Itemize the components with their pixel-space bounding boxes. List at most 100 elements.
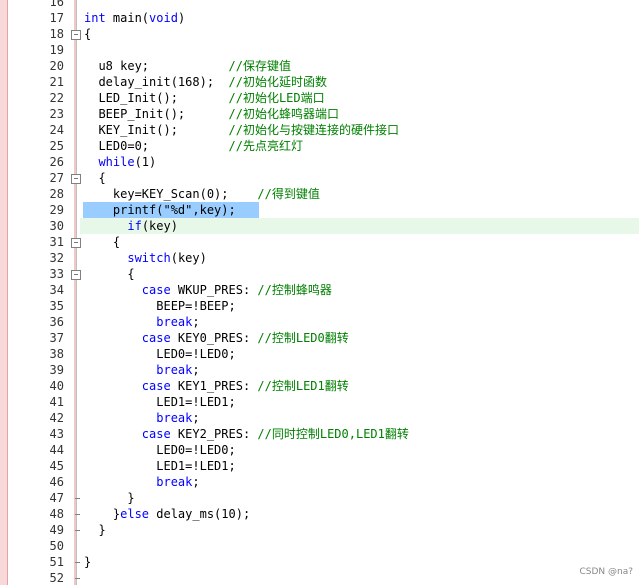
code-line[interactable]: 35 BEEP=!BEEP;	[0, 298, 639, 314]
code-token: LED_Init();	[84, 91, 229, 105]
line-number: 48	[49, 507, 64, 521]
code-line[interactable]: 24 KEY_Init(); //初始化与按键连接的硬件接口	[0, 122, 639, 138]
keyword-token: void	[149, 11, 178, 25]
code-line[interactable]: 40 case KEY1_PRES: //控制LED1翻转	[0, 378, 639, 394]
line-number: 33	[49, 267, 64, 281]
line-number: 23	[49, 107, 64, 121]
code-line[interactable]: 49 }	[0, 522, 639, 538]
line-number: 27	[49, 171, 64, 185]
code-text: case KEY2_PRES: //同时控制LED0,LED1翻转	[84, 426, 409, 442]
keyword-token: int	[84, 11, 106, 25]
fold-toggle-icon[interactable]: −	[71, 238, 81, 248]
keyword-token: case	[141, 283, 171, 297]
code-line[interactable]: 52	[0, 570, 639, 586]
line-number: 20	[49, 59, 64, 73]
code-line[interactable]: 45 LED1=!LED1;	[0, 458, 639, 474]
code-line[interactable]: 28 key=KEY_Scan(0); //得到键值	[0, 186, 639, 202]
code-token: }	[84, 523, 106, 537]
code-line[interactable]: 42 break;	[0, 410, 639, 426]
code-token: ;	[192, 315, 200, 329]
code-line[interactable]: 32 switch(key)	[0, 250, 639, 266]
line-number: 41	[49, 395, 64, 409]
code-editor[interactable]: 16 17 int main(void) 18−{19 20 u8 key; //保存键…	[0, 0, 639, 585]
keyword-token: break	[156, 411, 193, 425]
comment-token: //初始化与按键连接的硬件接口	[228, 123, 399, 137]
code-token: LED1=!LED1;	[84, 395, 236, 409]
fold-toggle-icon[interactable]: −	[71, 174, 81, 184]
code-line[interactable]: 26 while(1)	[0, 154, 639, 170]
code-text: case KEY1_PRES: //控制LED1翻转	[84, 378, 349, 394]
code-line[interactable]: 44 LED0=!LED0;	[0, 442, 639, 458]
code-line[interactable]: 50	[0, 538, 639, 554]
code-line[interactable]: 37 case KEY0_PRES: //控制LED0翻转	[0, 330, 639, 346]
code-line[interactable]: 25 LED0=0; //先点亮红灯	[0, 138, 639, 154]
code-token: {	[84, 235, 121, 249]
code-line[interactable]: 47 }	[0, 490, 639, 506]
code-token: ;	[192, 363, 200, 377]
code-line[interactable]: 43 case KEY2_PRES: //同时控制LED0,LED1翻转	[0, 426, 639, 442]
code-token: ;	[192, 475, 200, 489]
code-text: LED1=!LED1;	[84, 394, 236, 410]
code-token: main(	[105, 11, 150, 25]
code-line[interactable]: 33− {	[0, 266, 639, 282]
line-number: 38	[49, 347, 64, 361]
code-line[interactable]: 16	[0, 0, 639, 10]
code-token: {	[84, 27, 92, 41]
code-line[interactable]: 19	[0, 42, 639, 58]
code-text: break;	[84, 314, 200, 330]
code-line[interactable]: 31− {	[0, 234, 639, 250]
code-text: BEEP_Init(); //初始化蜂鸣器端口	[84, 106, 339, 122]
line-number: 34	[49, 283, 64, 297]
code-token: LED0=!LED0;	[84, 443, 236, 457]
code-line[interactable]: 48 }else delay_ms(10);	[0, 506, 639, 522]
code-text: break;	[84, 474, 200, 490]
code-text: u8 key; //保存键值	[84, 58, 291, 74]
code-line[interactable]: 46 break;	[0, 474, 639, 490]
code-line[interactable]: 34 case WKUP_PRES: //控制蜂鸣器	[0, 282, 639, 298]
code-token: {	[84, 171, 106, 185]
code-token: delay_ms(10);	[149, 507, 251, 521]
code-line[interactable]: 22 LED_Init(); //初始化LED端口	[0, 90, 639, 106]
line-number: 21	[49, 75, 64, 89]
code-line[interactable]: 21 delay_init(168); //初始化延时函数	[0, 74, 639, 90]
fold-toggle-icon[interactable]: −	[71, 30, 81, 40]
code-line[interactable]: 38 LED0=!LED0;	[0, 346, 639, 362]
code-line[interactable]: 29 printf("%d",key);	[0, 202, 639, 218]
code-line[interactable]: 17 int main(void)	[0, 10, 639, 26]
code-token: BEEP=!BEEP;	[84, 299, 236, 313]
code-token: BEEP_Init();	[84, 107, 229, 121]
code-line[interactable]: 51}	[0, 554, 639, 570]
keyword-token: case	[141, 379, 171, 393]
line-number: 37	[49, 331, 64, 345]
code-token: }	[84, 491, 135, 505]
code-line[interactable]: 23 BEEP_Init(); //初始化蜂鸣器端口	[0, 106, 639, 122]
fold-end-marker-icon	[75, 506, 80, 515]
code-line[interactable]: 18−{	[0, 26, 639, 42]
line-number: 40	[49, 379, 64, 393]
code-lines[interactable]: 16 17 int main(void) 18−{19 20 u8 key; //保存键…	[0, 0, 639, 586]
keyword-token: break	[156, 363, 193, 377]
line-number: 24	[49, 123, 64, 137]
code-token: KEY1_PRES:	[170, 379, 258, 393]
fold-toggle-icon[interactable]: −	[71, 270, 81, 280]
code-text: }	[84, 490, 135, 506]
code-line[interactable]: 41 LED1=!LED1;	[0, 394, 639, 410]
line-number: 26	[49, 155, 64, 169]
code-line[interactable]: 30 if(key)	[0, 218, 639, 234]
code-line[interactable]: 27− {	[0, 170, 639, 186]
code-text: key=KEY_Scan(0); //得到键值	[84, 186, 320, 202]
code-line[interactable]: 39 break;	[0, 362, 639, 378]
code-line[interactable]: 36 break;	[0, 314, 639, 330]
code-text: delay_init(168); //初始化延时函数	[84, 74, 327, 90]
code-token: LED1=!LED1;	[84, 459, 236, 473]
code-text: case KEY0_PRES: //控制LED0翻转	[84, 330, 349, 346]
code-line[interactable]: 20 u8 key; //保存键值	[0, 58, 639, 74]
keyword-token: switch	[127, 251, 171, 265]
line-number: 47	[49, 491, 64, 505]
